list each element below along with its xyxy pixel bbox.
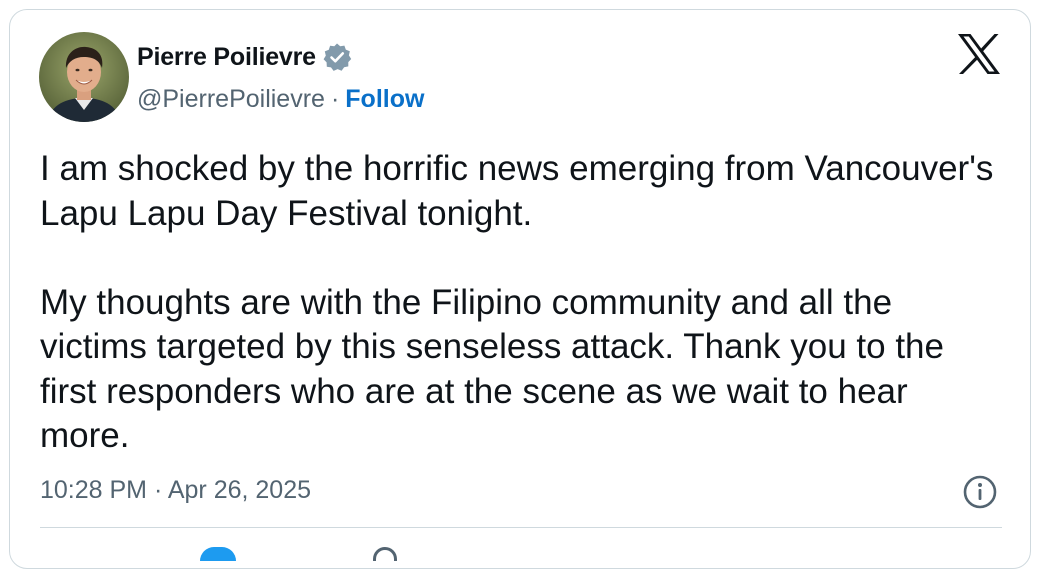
x-logo-icon[interactable] bbox=[957, 33, 1001, 75]
action-divider bbox=[40, 527, 1002, 528]
author-handle[interactable]: @PierrePoilievre bbox=[137, 85, 325, 114]
follow-button[interactable]: Follow bbox=[345, 85, 424, 114]
handle-separator: · bbox=[330, 84, 340, 113]
tweet-paragraph: I am shocked by the horrific news emergi… bbox=[40, 149, 994, 233]
avatar-image bbox=[39, 32, 129, 122]
author-name-row: Pierre Poilievre bbox=[137, 40, 352, 74]
author-display-name[interactable]: Pierre Poilievre bbox=[137, 43, 316, 72]
tweet-timestamp[interactable]: 10:28 PM · Apr 26, 2025 bbox=[40, 476, 311, 505]
avatar[interactable] bbox=[39, 32, 129, 122]
like-icon[interactable] bbox=[200, 547, 236, 561]
verified-badge-icon bbox=[322, 42, 352, 72]
tweet-paragraph: My thoughts are with the Filipino commun… bbox=[40, 282, 944, 456]
author-handle-row: @PierrePoilievre · Follow bbox=[137, 82, 424, 116]
tweet-text: I am shocked by the horrific news emergi… bbox=[40, 147, 1005, 459]
info-icon[interactable] bbox=[962, 474, 998, 510]
